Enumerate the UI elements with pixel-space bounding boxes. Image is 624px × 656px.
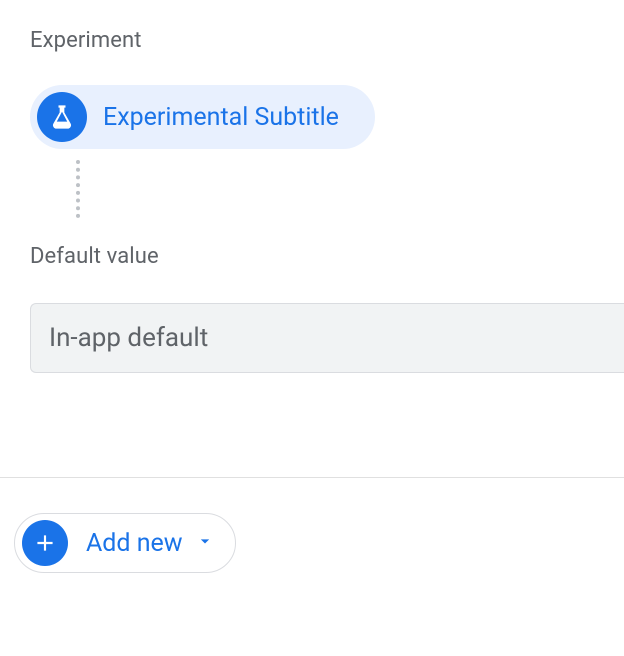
experiment-chip[interactable]: Experimental Subtitle xyxy=(30,85,375,149)
default-value-field[interactable]: In-app default xyxy=(30,303,624,373)
default-value-text: In-app default xyxy=(49,323,208,353)
chevron-down-icon xyxy=(195,531,215,555)
experiment-section-label: Experiment xyxy=(30,28,142,53)
add-new-button[interactable]: Add new xyxy=(14,513,236,573)
connector-line xyxy=(76,160,80,218)
section-divider xyxy=(0,477,624,478)
default-value-section-label: Default value xyxy=(30,244,159,269)
plus-icon xyxy=(22,520,68,566)
experiment-chip-label: Experimental Subtitle xyxy=(103,103,339,132)
add-new-label: Add new xyxy=(86,529,183,558)
flask-icon xyxy=(37,92,87,142)
